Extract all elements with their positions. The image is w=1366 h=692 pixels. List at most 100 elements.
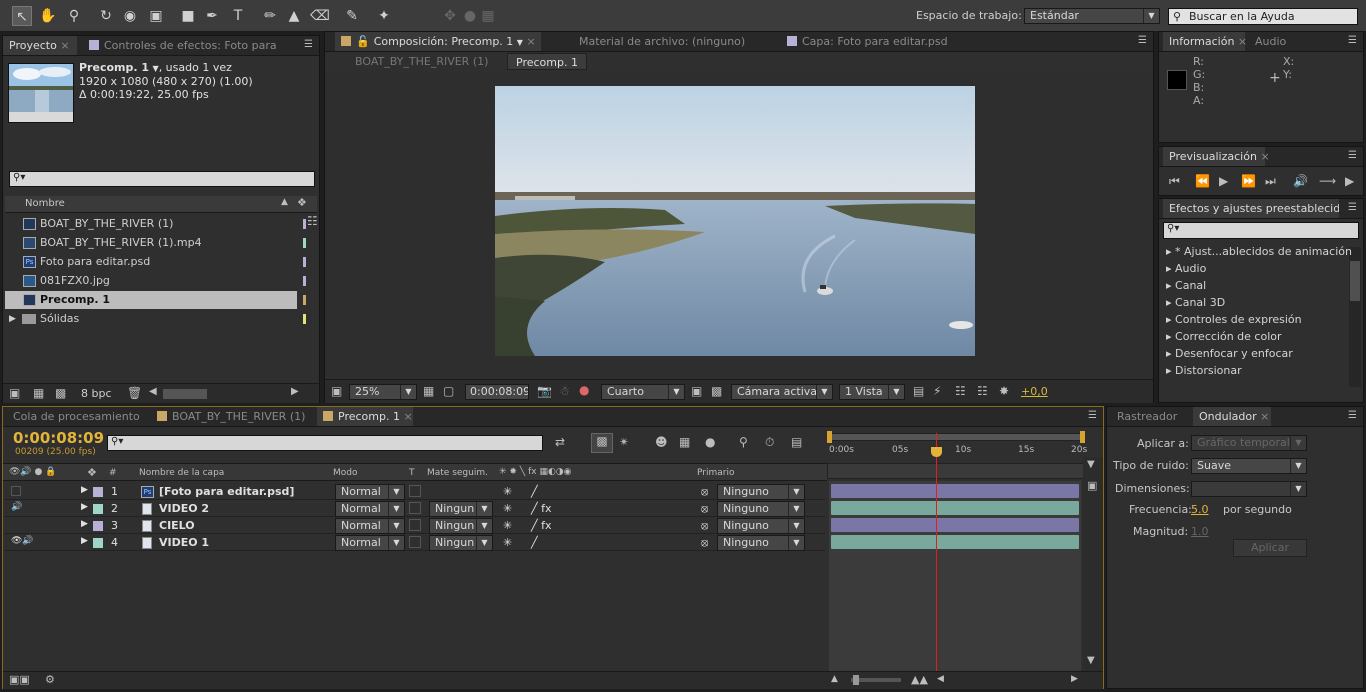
preserve-transparency-toggle[interactable] (409, 502, 421, 514)
previous-frame-icon[interactable]: ⏪ (1195, 174, 1210, 188)
breadcrumb-boat[interactable]: BOAT_BY_THE_RIVER (1) (355, 55, 488, 68)
fast-previews-icon[interactable]: ⚡ (933, 384, 941, 398)
layer-matte-dropdown[interactable]: Ningun ▼ (429, 501, 493, 517)
label-tag-icon[interactable]: ❖ (87, 466, 97, 479)
shy-switch-icon[interactable]: ✳ (503, 485, 512, 498)
visibility-toggle[interactable] (11, 486, 21, 496)
tab-render-queue[interactable]: Cola de procesamiento (7, 407, 146, 426)
lock-icon[interactable]: 🔓 (356, 35, 370, 48)
layer-mode-dropdown[interactable]: Normal ▼ (335, 484, 405, 500)
project-item[interactable]: Ps Foto para editar.psd (5, 253, 306, 271)
layer-row[interactable]: ▶ 1 Ps [Foto para editar.psd] Normal ▼ ✳ … (5, 483, 825, 500)
layer-duration-bar[interactable] (831, 535, 1079, 549)
dimensions-dropdown[interactable]: ▼ (1191, 481, 1307, 497)
help-search-input[interactable]: ⚲ Buscar en la Ayuda (1168, 8, 1358, 25)
panel-menu-icon[interactable]: ☰ (304, 39, 313, 50)
effect-category[interactable]: ▸ Canal (1166, 279, 1206, 292)
panel-menu-icon[interactable]: ☰ (1348, 35, 1357, 46)
axis-mode-icon[interactable]: ✥ (440, 6, 460, 26)
effect-category[interactable]: ▸ Desenfocar y enfocar (1166, 347, 1293, 360)
project-item[interactable]: 081FZX0.jpg (5, 272, 306, 290)
horizontal-scrollbar-thumb[interactable] (163, 389, 207, 399)
workspace-dropdown[interactable]: Estándar ▼ (1024, 8, 1160, 24)
apply-button[interactable]: Aplicar (1233, 539, 1307, 557)
mask-visibility-icon[interactable]: ▢ (443, 384, 454, 398)
layer-matte-dropdown[interactable]: Ningun ▼ (429, 535, 493, 551)
layer-mode-dropdown[interactable]: Normal ▼ (335, 501, 405, 517)
expand-arrow-icon[interactable]: ▶ (81, 536, 88, 546)
visibility-eye-icon[interactable]: 👁🔊 (11, 536, 34, 546)
view-axis-icon[interactable]: ▦ (478, 6, 498, 26)
scroll-down-icon[interactable]: ▼ (1087, 655, 1095, 666)
toggle-switches-icon[interactable]: ▣▣ (9, 673, 30, 686)
region-of-interest-icon[interactable]: ▣ (691, 384, 702, 398)
shy-switch-icon[interactable]: ✳ (503, 536, 512, 549)
preserve-transparency-toggle[interactable] (409, 519, 421, 531)
layer-search-input[interactable]: ⚲▾ (107, 435, 543, 451)
effect-category[interactable]: ▸ Corrección de color (1166, 330, 1282, 343)
expand-arrow-icon[interactable]: ▶ (81, 502, 88, 512)
scroll-left-icon[interactable]: ◀ (937, 674, 944, 684)
quality-switch-icon[interactable]: ╱ (531, 536, 538, 549)
tab-preview[interactable]: Previsualización × (1163, 147, 1270, 166)
layer-mode-dropdown[interactable]: Normal ▼ (335, 535, 405, 551)
flowchart-icon[interactable]: ☷ (977, 384, 988, 398)
track-area[interactable] (829, 481, 1081, 671)
effect-category[interactable]: ▸ Canal 3D (1166, 296, 1225, 309)
tab-effect-controls[interactable]: Controles de efectos: Foto para (83, 36, 293, 55)
pick-whip-icon[interactable]: ⦻ (701, 485, 708, 499)
preserve-transparency-toggle[interactable] (409, 485, 421, 497)
stopwatch-icon[interactable]: ⏱ (765, 435, 774, 450)
layer-label-color[interactable] (93, 504, 103, 514)
toggle-pixel-aspect-icon[interactable]: ▤ (913, 384, 924, 398)
quality-switch-icon[interactable]: ╱ fx (531, 519, 552, 532)
scrollbar-thumb[interactable] (1350, 261, 1360, 301)
quality-switch-icon[interactable]: ╱ (531, 485, 538, 498)
effect-category[interactable]: ▸ * Ajust...ablecidos de animación (1166, 245, 1352, 258)
effect-category[interactable]: ▸ Controles de expresión (1166, 313, 1302, 326)
clone-stamp-tool-icon[interactable]: ▲ (284, 6, 304, 26)
shy-switch-icon[interactable]: ✳ (503, 519, 512, 532)
effect-category[interactable]: ▸ Distorsionar (1166, 364, 1242, 377)
views-dropdown[interactable]: 1 Vista ▼ (839, 384, 905, 400)
expand-arrow-icon[interactable]: ▶ (9, 310, 16, 328)
camera-tool-icon[interactable]: ◉ (120, 6, 140, 26)
text-tool-icon[interactable]: T (228, 6, 248, 26)
current-time-indicator[interactable] (931, 433, 943, 671)
tab-footage[interactable]: Material de archivo: (ninguno) (573, 32, 751, 51)
reset-exposure-icon[interactable]: ✸ (999, 384, 1009, 398)
pick-whip-icon[interactable]: ⦻ (701, 519, 708, 533)
panel-menu-icon[interactable]: ☰ (1348, 202, 1357, 213)
brainstorm-icon[interactable]: ⚲ (739, 435, 748, 449)
zoom-slider[interactable] (851, 675, 901, 685)
scroll-left-icon[interactable]: ◀ (149, 386, 157, 397)
pan-behind-tool-icon[interactable]: ▣ (146, 6, 166, 26)
puppet-pin-tool-icon[interactable]: ✦ (374, 6, 394, 26)
preserve-transparency-toggle[interactable] (409, 536, 421, 548)
new-composition-icon[interactable]: ▩ (55, 386, 66, 400)
eraser-tool-icon[interactable]: ⌫ (310, 6, 330, 26)
tab-audio[interactable]: Audio (1249, 32, 1292, 51)
last-frame-icon[interactable]: ⏭ (1265, 174, 1276, 189)
tab-boat-comp[interactable]: BOAT_BY_THE_RIVER (1) (151, 407, 311, 426)
panel-menu-icon[interactable]: ☰ (1348, 410, 1357, 421)
noise-type-dropdown[interactable]: Suave ▼ (1191, 458, 1307, 474)
tab-project[interactable]: Proyecto × (3, 36, 77, 55)
project-item-selected[interactable]: Precomp. 1 (5, 291, 306, 309)
next-frame-icon[interactable]: ⏩ (1241, 174, 1256, 188)
rotate-tool-icon[interactable]: ↻ (96, 6, 116, 26)
layer-name[interactable]: CIELO (159, 519, 195, 532)
expand-arrow-icon[interactable]: ▶ (81, 485, 88, 495)
label-tag-icon[interactable]: ❖ (297, 196, 307, 209)
panel-menu-icon[interactable]: ☰ (1088, 410, 1097, 421)
layer-row[interactable]: ▶ 3 CIELO Normal ▼ Ningun ▼ ✳ ╱ fx ⦻ Ningu… (5, 517, 825, 534)
audio-icon[interactable]: 🔊 (1293, 174, 1308, 188)
work-area-bar[interactable] (829, 433, 1085, 441)
shy-layers-icon[interactable]: ☻ (655, 435, 668, 449)
work-area-start-handle[interactable] (827, 431, 832, 443)
hand-tool-icon[interactable]: ✋ (38, 6, 58, 26)
tab-composition[interactable]: 🔓 Composición: Precomp. 1 ▼ × (335, 32, 541, 51)
scroll-right-icon[interactable]: ▶ (1071, 674, 1078, 684)
shy-switch-icon[interactable]: ✳ (503, 502, 512, 515)
tab-layer[interactable]: Capa: Foto para editar.psd (781, 32, 954, 51)
